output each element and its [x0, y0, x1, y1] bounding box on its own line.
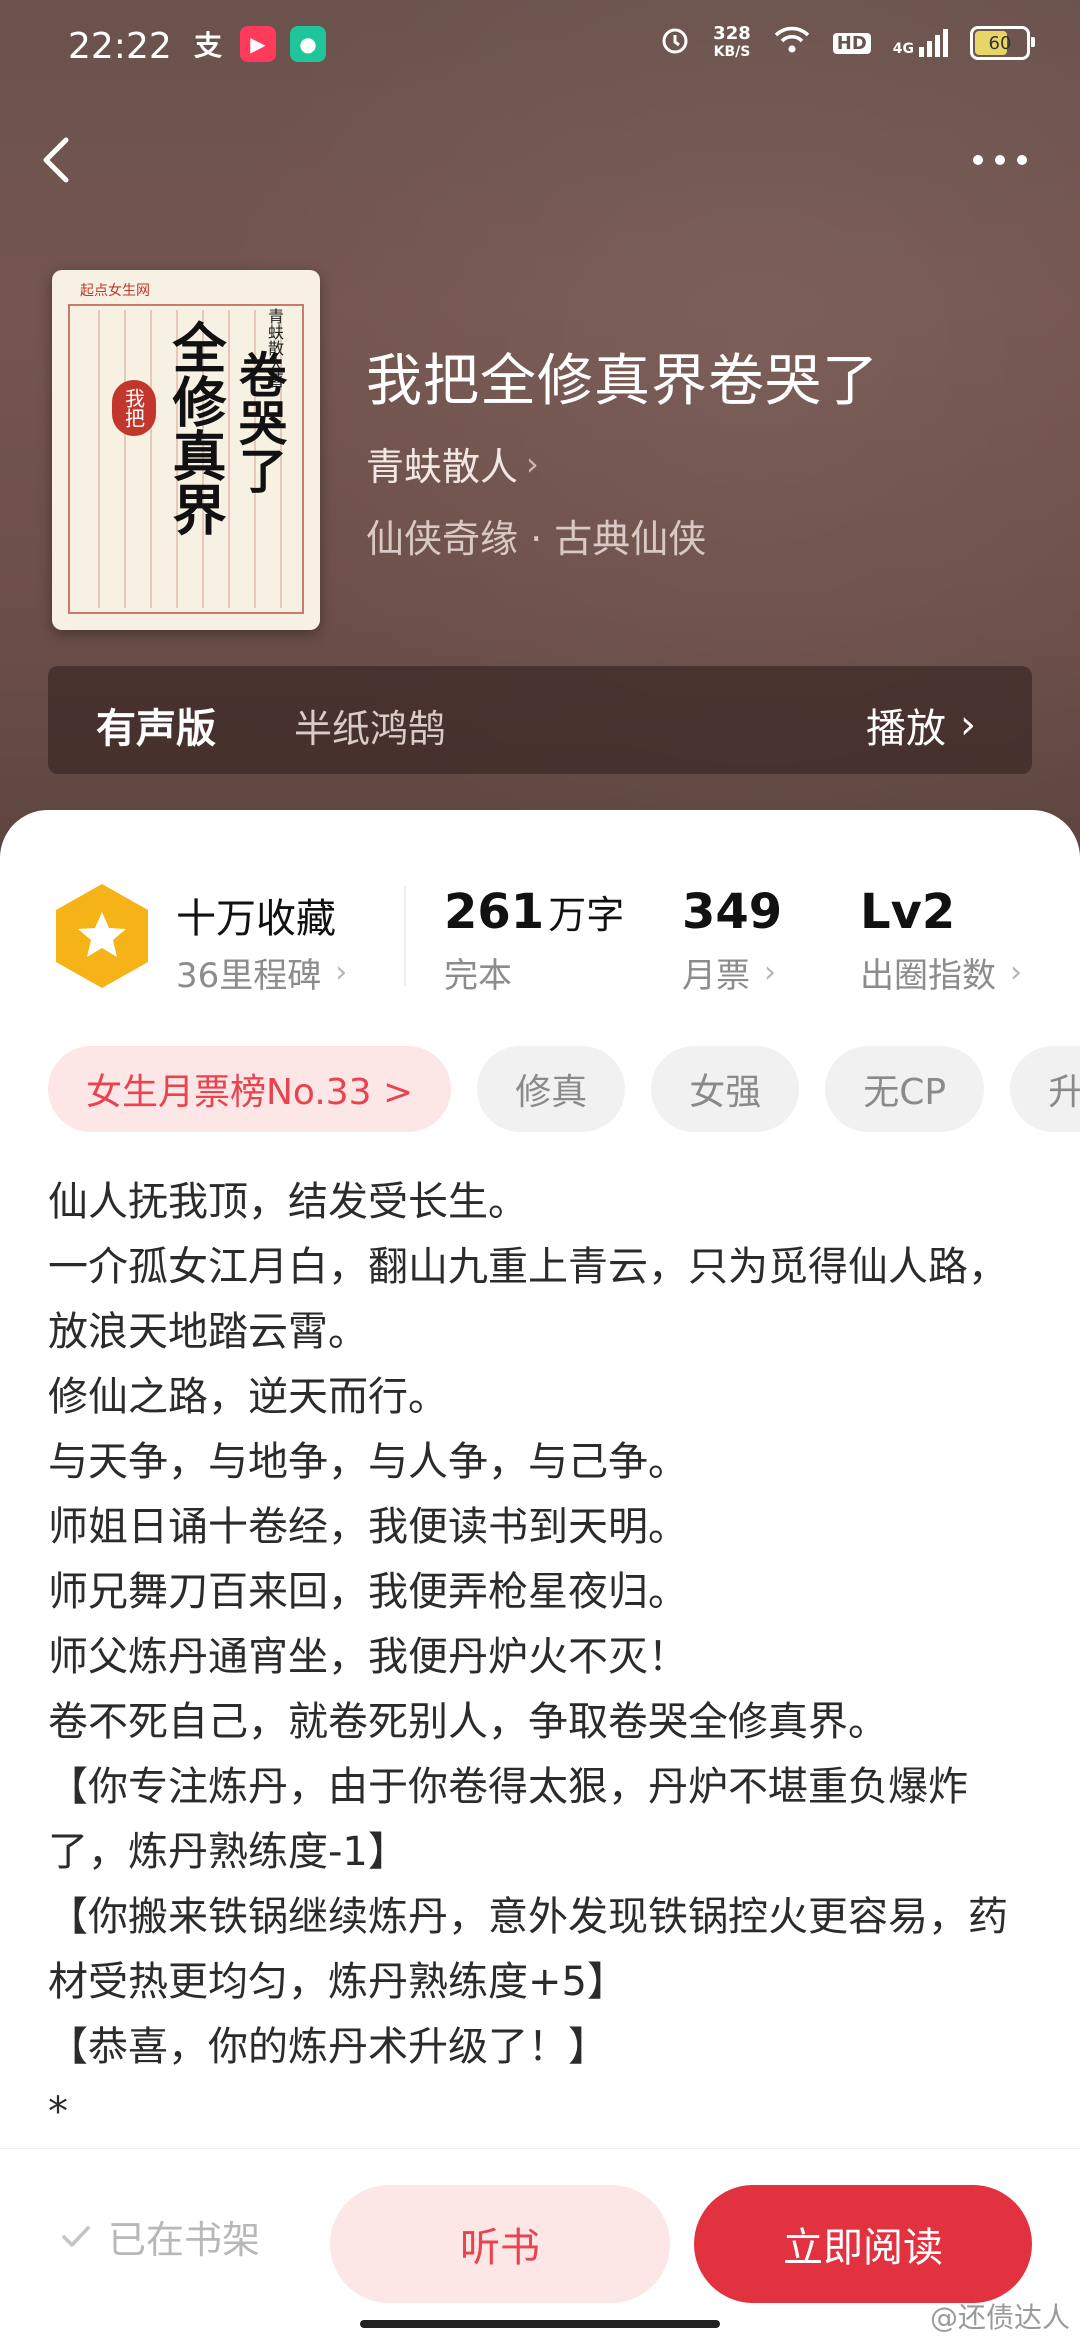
book-title: 我把全修真界卷哭了: [366, 349, 879, 414]
back-button[interactable]: [28, 130, 88, 190]
tag-ranking[interactable]: 女生月票榜No.33 >: [48, 1046, 452, 1132]
stat-words: 261 万字 完本: [444, 884, 625, 996]
audio-label: 有声版: [96, 706, 216, 752]
status-time: 22:22: [68, 26, 172, 67]
network-speed: 328 KB/S: [713, 23, 751, 61]
status-bar: 22:22 支 ▶ ● 328 KB/S HD 4G 60: [0, 0, 1080, 96]
synopsis-line: 一介孤女江月白，翻山九重上青云，只为觅得仙人路，放浪天地踏云霄。: [48, 1244, 1008, 1355]
book-genre: 仙侠奇缘 · 古典仙侠: [366, 517, 707, 561]
cover-seal: 我把: [112, 380, 156, 436]
synopsis-line: 【你搬来铁锅继续炼丹，意外发现铁锅控火更容易，药材受热更均匀，炼丹熟练度+5】: [48, 1894, 1008, 2005]
divider: [404, 886, 406, 986]
synopsis-line: 卷不死自己，就卷死别人，争取卷哭全修真界。: [48, 1699, 888, 1745]
synopsis-line: 修仙之路，逆天而行。: [48, 1374, 448, 1420]
signal-icon: 4G: [893, 29, 948, 57]
chevron-right-icon: ›: [1010, 955, 1022, 990]
detail-sheet: 十万收藏 36里程碑 › 261 万字 完本 349 月票 › Lv2 出圈指数 › 女…: [0, 810, 1080, 2340]
synopsis-line: 师兄舞刀百来回，我便弄枪星夜归。: [48, 1569, 688, 1615]
stat-level[interactable]: Lv2 出圈指数 ›: [860, 884, 1022, 997]
audio-narrator: 半纸鸿鹄: [294, 707, 447, 751]
chevron-left-icon: [43, 137, 69, 183]
wifi-icon: [773, 25, 811, 61]
bottom-action-bar: 已在书架 听书 立即阅读: [0, 2148, 1080, 2341]
chevron-right-icon: ›: [526, 444, 539, 483]
tag-item[interactable]: 女强: [651, 1046, 800, 1132]
status-left-icons: 支 ▶ ●: [190, 26, 326, 62]
status-right-icons: 328 KB/S HD 4G 60: [659, 23, 1035, 62]
tag-item[interactable]: 升级: [1010, 1046, 1080, 1132]
synopsis-line: 师父炼丹通宵坐，我便丹炉火不灭！: [48, 1634, 688, 1680]
book-cover[interactable]: 起点女生网 青蚨散人著 我把 全修真界 卷哭了: [52, 270, 320, 630]
chevron-right-icon: ›: [764, 955, 776, 990]
chat-app-icon: ●: [290, 26, 326, 62]
more-icon: [973, 155, 983, 165]
synopsis[interactable]: 仙人抚我顶，结发受长生。 一介孤女江月白，翻山九重上青云，只为觅得仙人路，放浪天…: [48, 1170, 1038, 2145]
synopsis-line: 仙人抚我顶，结发受长生。: [48, 1179, 528, 1225]
tag-item[interactable]: 无CP: [825, 1046, 985, 1132]
video-app-icon: ▶: [240, 26, 276, 62]
more-button[interactable]: [960, 140, 1040, 180]
author-link[interactable]: 青蚨散人 ›: [366, 436, 539, 491]
chevron-right-icon: ›: [960, 702, 976, 748]
collect-milestone[interactable]: 36里程碑 ›: [176, 948, 347, 997]
audio-play-button[interactable]: 播放 ›: [866, 696, 976, 754]
synopsis-line: *: [48, 2089, 68, 2135]
tag-item[interactable]: 修真: [477, 1046, 626, 1132]
collect-title: 十万收藏: [176, 896, 336, 942]
synopsis-line: 【你专注炼丹，由于你卷得太狠，丹炉不堪重负爆炸了，炼丹熟练度-1】: [48, 1764, 968, 1875]
cover-calligraphy-b: 卷哭了: [230, 350, 286, 494]
synopsis-line: 与天争，与地争，与人争，与己争。: [48, 1439, 688, 1485]
on-shelf-indicator: 已在书架: [58, 2209, 260, 2264]
battery-icon: 60: [970, 26, 1035, 60]
alarm-icon: [659, 24, 691, 62]
home-indicator[interactable]: [360, 2320, 720, 2328]
stats-row: 十万收藏 36里程碑 › 261 万字 完本 349 月票 › Lv2 出圈指数 ›: [0, 866, 1080, 996]
read-now-button[interactable]: 立即阅读: [694, 2185, 1032, 2303]
synopsis-line: 【恭喜，你的炼丹术升级了！】: [48, 2024, 608, 2070]
watermark: @还债达人: [929, 2301, 1070, 2334]
author-name: 青蚨散人: [366, 445, 519, 489]
stat-monthly-tickets[interactable]: 349 月票 ›: [682, 884, 782, 997]
cover-calligraphy-a: 全修真界: [163, 320, 227, 536]
check-icon: [62, 2225, 90, 2247]
hd-icon: HD: [832, 32, 871, 54]
star-badge-icon: [56, 884, 148, 988]
audio-version-bar[interactable]: 有声版 半纸鸿鹄 播放 ›: [48, 666, 1032, 774]
listen-button[interactable]: 听书: [330, 2185, 670, 2303]
synopsis-line: 师姐日诵十卷经，我便读书到天明。: [48, 1504, 688, 1550]
alipay-icon: 支: [193, 29, 222, 62]
publisher-logo: 起点女生网: [80, 283, 150, 299]
tag-row: 女生月票榜No.33 > 修真 女强 无CP 升级: [48, 1046, 1080, 1132]
chevron-right-icon: ›: [335, 955, 348, 990]
